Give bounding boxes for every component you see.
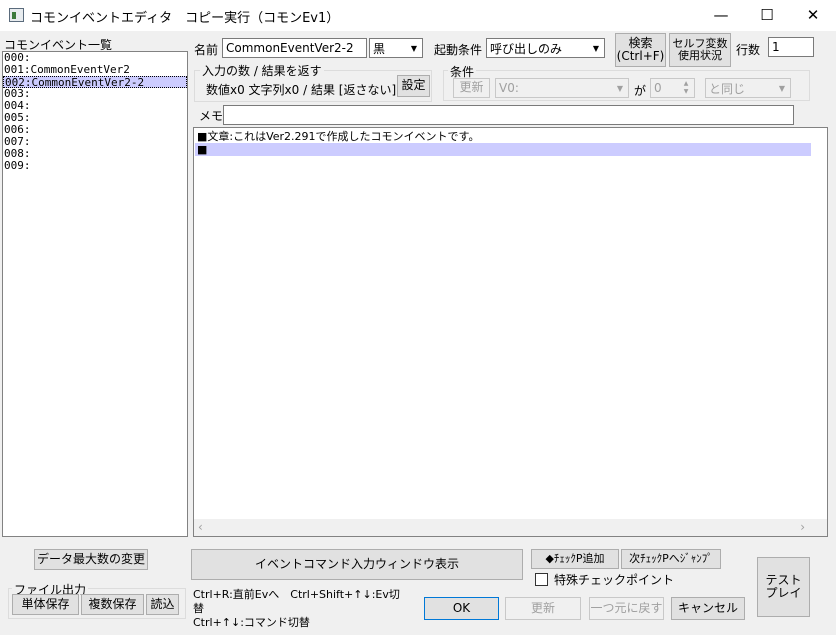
spinner-arrows-icon: ▲ ▼ xyxy=(683,80,689,95)
list-item[interactable]: 001:CommonEventVer2 xyxy=(3,64,187,76)
app-icon xyxy=(9,8,24,22)
condition-variable-dropdown[interactable]: V0: ▼ xyxy=(495,78,629,98)
horizontal-scrollbar[interactable]: ‹ › xyxy=(194,519,827,536)
command-list[interactable]: ■文章:これはVer2.291で作成したコモンイベントです。 ■ ‹ › xyxy=(193,127,828,537)
add-checkpoint-button[interactable]: ◆ﾁｪｯｸP追加 xyxy=(531,549,619,569)
ga-label: が xyxy=(634,84,647,98)
next-checkpoint-button[interactable]: 次ﾁｪｯｸPへｼﾞｬﾝﾌﾟ xyxy=(621,549,721,569)
list-item[interactable]: 004: xyxy=(3,100,187,112)
trigger-label: 起動条件 xyxy=(434,43,483,57)
memo-label: メモ xyxy=(199,109,224,123)
common-event-list[interactable]: 000: 001:CommonEventVer2 002:CommonEventVe… xyxy=(2,51,188,537)
name-label: 名前 xyxy=(194,43,219,57)
special-checkpoint-checkbox[interactable]: 特殊チェックポイント xyxy=(531,571,719,588)
color-dropdown[interactable]: 黒 ▼ xyxy=(369,38,423,58)
list-item[interactable]: 005: xyxy=(3,112,187,124)
condition-compare-value: と同じ xyxy=(709,81,746,96)
search-button[interactable]: 検索 (Ctrl+F) xyxy=(615,33,666,67)
test-play-label-2: プレイ xyxy=(765,586,802,600)
maximize-icon[interactable]: ☐ xyxy=(744,0,790,31)
io-summary: 数値x0 文字列x0 / 結果 [返さない] xyxy=(206,83,397,97)
window-title: コモンイベントエディタ コピー実行（コモンEv1） xyxy=(30,11,340,26)
test-play-button[interactable]: テスト プレイ xyxy=(757,557,810,617)
command-line[interactable]: ■ xyxy=(195,143,811,156)
io-group-title: 入力の数 / 結果を返す xyxy=(200,62,324,79)
lines-label: 行数 xyxy=(736,43,761,57)
chevron-down-icon: ▼ xyxy=(592,43,600,53)
update-button[interactable]: 更新 xyxy=(505,597,581,620)
command-input-window-button[interactable]: イベントコマンド入力ウィンドウ表示 xyxy=(191,549,523,580)
checkbox-icon[interactable] xyxy=(535,573,548,586)
self-var-label-2: 使用状況 xyxy=(678,49,722,62)
minimize-icon[interactable]: — xyxy=(698,0,744,31)
list-item[interactable]: 006: xyxy=(3,124,187,136)
save-multi-button[interactable]: 複数保存 xyxy=(81,594,144,615)
scroll-left-icon[interactable]: ‹ xyxy=(198,520,203,534)
data-max-button[interactable]: データ最大数の変更 xyxy=(34,549,148,570)
shortcut-help: Ctrl+R:直前Evへ Ctrl+Shift+↑↓:Ev切替 Ctrl+↑↓:… xyxy=(193,588,403,629)
close-icon[interactable]: ✕ xyxy=(790,0,836,31)
self-variable-button[interactable]: セルフ変数 使用状況 xyxy=(669,33,731,67)
cancel-button[interactable]: キャンセル xyxy=(671,597,745,620)
memo-input[interactable] xyxy=(223,105,794,125)
save-single-button[interactable]: 単体保存 xyxy=(12,594,79,615)
chevron-down-icon: ▼ xyxy=(410,43,418,53)
color-value: 黒 xyxy=(373,41,386,56)
list-item[interactable]: 003: xyxy=(3,88,187,100)
chevron-down-icon: ▼ xyxy=(778,83,786,93)
condition-update-button[interactable]: 更新 xyxy=(453,78,490,98)
trigger-value: 呼び出しのみ xyxy=(490,41,563,56)
shortcut-line-2: Ctrl+↑↓:コマンド切替 xyxy=(193,616,310,629)
condition-variable-value: V0: xyxy=(499,81,519,95)
condition-number-value: 0 xyxy=(654,81,662,95)
special-checkpoint-label: 特殊チェックポイント xyxy=(554,573,675,587)
shortcut-line-1: Ctrl+R:直前Evへ Ctrl+Shift+↑↓:Ev切替 xyxy=(193,588,400,615)
search-label-2: (Ctrl+F) xyxy=(616,49,665,63)
scroll-right-icon[interactable]: › xyxy=(800,520,805,534)
undo-button[interactable]: 一つ元に戻す xyxy=(589,597,664,620)
trigger-dropdown[interactable]: 呼び出しのみ ▼ xyxy=(486,38,605,58)
title-bar: コモンイベントエディタ コピー実行（コモンEv1） — ☐ ✕ xyxy=(0,0,836,31)
chevron-down-icon: ▼ xyxy=(616,83,624,93)
list-item[interactable]: 008: xyxy=(3,148,187,160)
condition-compare-dropdown[interactable]: と同じ ▼ xyxy=(705,78,791,98)
io-settings-button[interactable]: 設定 xyxy=(397,75,430,97)
condition-number-spinner[interactable]: 0 ▲ ▼ xyxy=(650,78,695,98)
lines-input[interactable]: 1 xyxy=(768,37,814,57)
load-button[interactable]: 読込 xyxy=(146,594,179,615)
list-item[interactable]: 009: xyxy=(3,160,187,172)
ok-button[interactable]: OK xyxy=(424,597,499,620)
name-input[interactable]: CommonEventVer2-2 xyxy=(222,38,367,58)
command-line[interactable]: ■文章:これはVer2.291で作成したコモンイベントです。 xyxy=(195,130,811,143)
list-item[interactable]: 007: xyxy=(3,136,187,148)
list-item[interactable]: 002:CommonEventVer2-2 xyxy=(3,76,187,89)
